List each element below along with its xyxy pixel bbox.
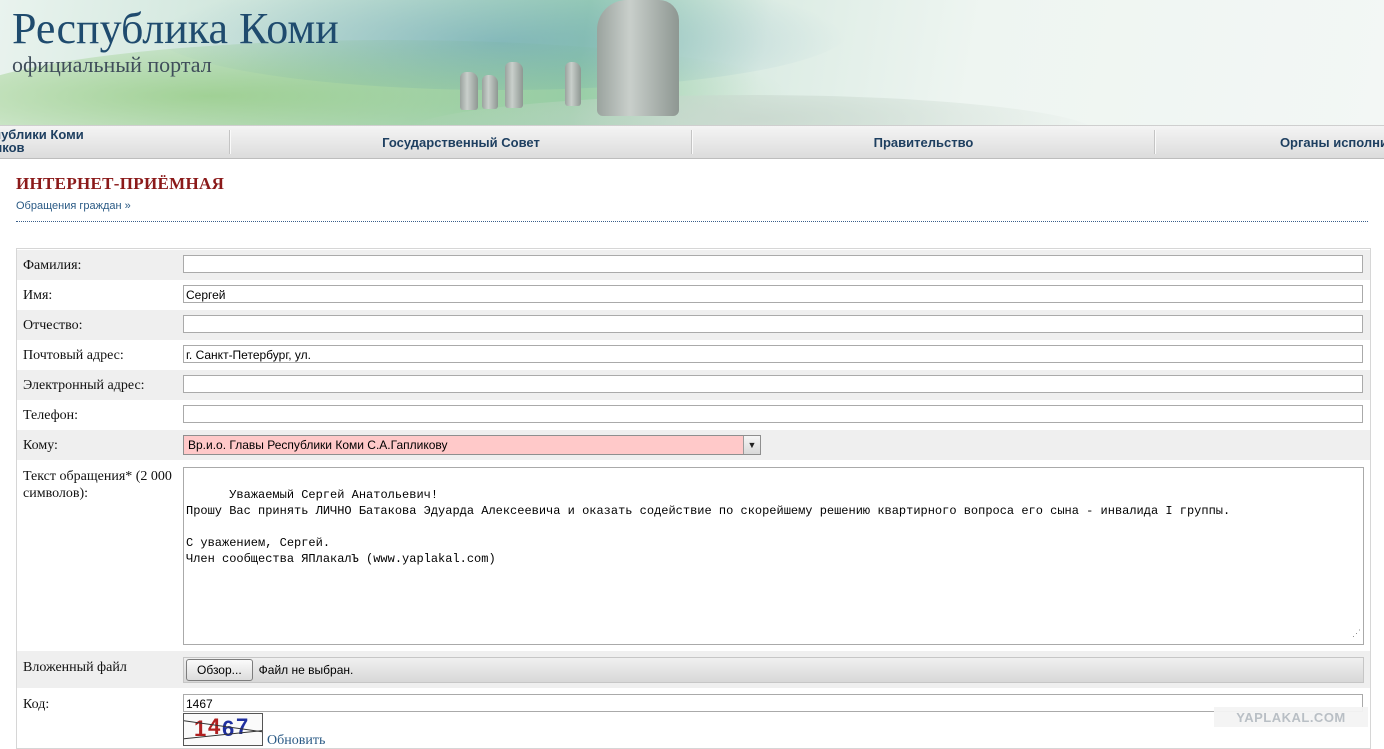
nav-item-label: ликов [0,140,25,155]
form-row-file: Вложенный файл Обзор... Файл не выбран. [17,651,1370,688]
rock-pillar-image [505,62,523,108]
code-input[interactable]: 1467 [183,694,1363,712]
form-row-message: Текст обращения* (2 000 символов): Уважа… [17,460,1370,651]
captcha-digit: 1 [194,716,207,741]
form-row-postal: Почтовый адрес: г. Санкт-Петербург, ул. [17,340,1370,370]
message-label: Текст обращения* (2 000 символов): [23,469,172,501]
divider [16,221,1368,222]
form-row-name: Имя: Сергей [17,280,1370,310]
resize-grip-icon[interactable]: ⋰ [1352,626,1361,642]
form-row-phone: Телефон: [17,400,1370,430]
file-label: Вложенный файл [23,660,127,675]
phone-input[interactable] [183,405,1363,423]
form-row-patronymic: Отчество: [17,310,1370,340]
nav-item-republic[interactable]: спублики Коми ликов [0,126,229,160]
watermark: YAPLAKAL.COM [1214,707,1368,727]
patronymic-label: Отчество: [23,318,83,333]
name-input[interactable]: Сергей [183,285,1363,303]
postal-input[interactable]: г. Санкт-Петербург, ул. [183,345,1363,363]
rock-pillar-image [565,62,581,106]
page-title: ИНТЕРНЕТ-ПРИЁМНАЯ [16,174,225,193]
nav-item-state-council[interactable]: Государственный Совет [231,126,691,158]
rock-pillar-image [460,72,478,110]
browse-button[interactable]: Обзор... [186,659,253,681]
captcha-image: 1 4 6 7 [183,713,263,746]
surname-input[interactable] [183,255,1363,273]
name-label: Имя: [23,288,53,303]
file-status: Файл не выбран. [258,663,354,677]
patronymic-input[interactable] [183,315,1363,333]
chevron-down-icon[interactable]: ▼ [743,436,760,454]
nav-item-government[interactable]: Правительство [693,126,1154,158]
rock-pillar-image [482,75,498,109]
postal-label: Почтовый адрес: [23,348,124,363]
form-row-email: Электронный адрес: [17,370,1370,400]
site-banner: Республика Коми официальный портал [0,0,1384,125]
form-row-surname: Фамилия: [17,250,1370,280]
surname-label: Фамилия: [23,258,82,273]
code-label: Код: [23,697,50,712]
message-text: Уважаемый Сергей Анатольевич! Прошу Вас … [186,488,1231,566]
email-input[interactable] [183,375,1363,393]
nav-item-label: Органы исполни [1279,134,1384,150]
site-title[interactable]: Республика Коми [12,3,339,54]
file-input[interactable]: Обзор... Файл не выбран. [183,657,1364,683]
email-label: Электронный адрес: [23,378,145,393]
form-row-recipient: Кому: Вр.и.о. Главы Республики Коми С.А.… [17,430,1370,460]
message-textarea[interactable]: Уважаемый Сергей Анатольевич! Прошу Вас … [183,467,1364,645]
site-subtitle: официальный портал [12,52,212,77]
captcha-digit: 6 [222,716,235,741]
phone-label: Телефон: [23,408,79,423]
recipient-label: Кому: [23,438,58,453]
recipient-selected-value: Вр.и.о. Главы Республики Коми С.А.Гаплик… [188,438,448,452]
rock-pillar-image [597,0,679,116]
breadcrumb[interactable]: Обращения граждан » [16,200,131,212]
nav-item-executive-bodies[interactable]: Органы исполни [1156,126,1384,158]
recipient-select[interactable]: Вр.и.о. Главы Республики Коми С.А.Гаплик… [183,435,761,455]
main-nav: спублики Коми ликов Государственный Сове… [0,125,1384,159]
appeal-form: Фамилия: Имя: Сергей Отчество: Почтовый … [16,248,1371,749]
